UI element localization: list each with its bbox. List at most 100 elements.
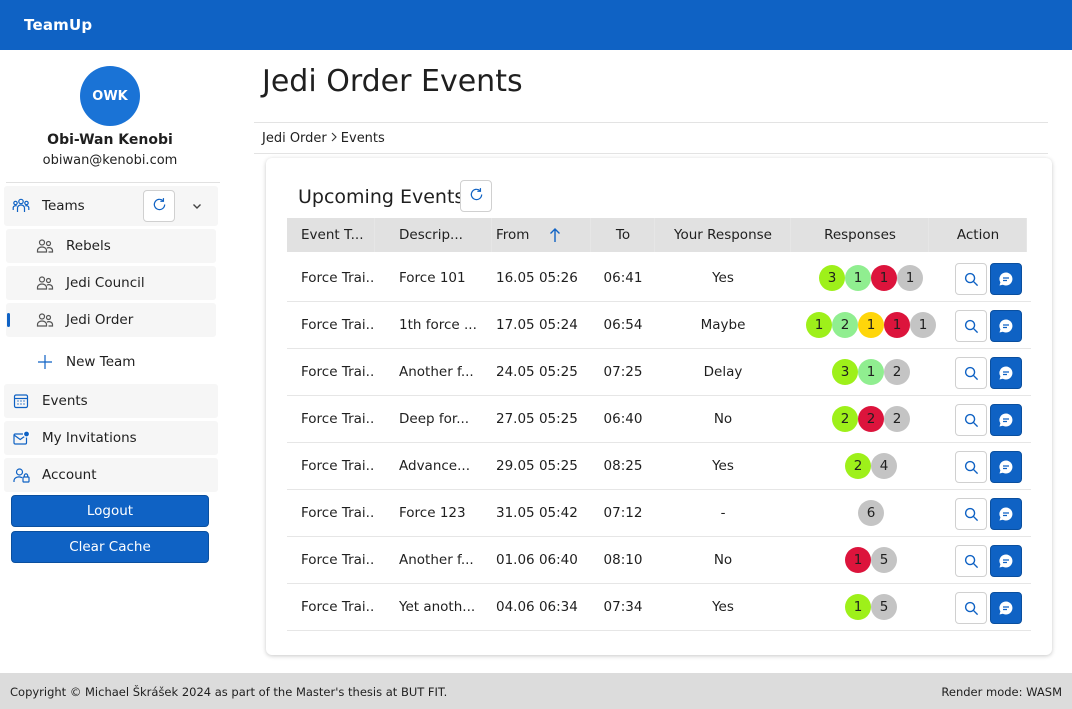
table-row: Force Trai... Advance... 29.05 05:25 08:25 Y… [287,443,1031,490]
column-header-label: Your Response [674,227,772,243]
view-event-button[interactable] [955,357,987,389]
footer: Copyright © Michael Škrášek 2024 as part… [0,673,1072,709]
search-icon [964,460,979,475]
nav-teams-label: Teams [42,198,85,214]
chat-bubble-icon [998,412,1014,428]
cell-to: 08:10 [603,552,643,568]
response-count-yes: 1 [845,594,871,620]
response-counts: 15 [845,547,897,573]
refresh-teams-button[interactable] [143,190,175,222]
cell-your-response: Yes [712,458,734,474]
response-counts: 15 [845,594,897,620]
response-count-none: 2 [884,359,910,385]
cell-event-type: Force Trai... [301,364,375,380]
cell-event-type: Force Trai... [301,270,375,286]
cell-from: 27.05 05:25 [496,411,578,427]
column-header-to[interactable]: To [591,218,655,252]
view-event-button[interactable] [955,545,987,577]
view-event-button[interactable] [955,404,987,436]
top-bar: TeamUp [0,0,1072,50]
respond-event-button[interactable] [990,310,1022,342]
clear-cache-button[interactable]: Clear Cache [11,531,209,563]
sidebar-item-label: Jedi Order [66,312,134,328]
column-header-label: Action [956,227,1000,243]
person-lock-icon [12,466,30,484]
people-icon [36,274,54,292]
respond-event-button[interactable] [990,404,1022,436]
view-event-button[interactable] [955,451,987,483]
cell-event-type: Force Trai... [301,411,375,427]
response-count-none: 1 [897,265,923,291]
chat-bubble-icon [998,365,1014,381]
response-count-maybe: 2 [832,312,858,338]
cell-description: 1th force ... [399,317,477,333]
view-event-button[interactable] [955,310,987,342]
cell-from: 29.05 05:25 [496,458,578,474]
response-count-none: 5 [871,594,897,620]
respond-event-button[interactable] [990,451,1022,483]
column-header-event-type[interactable]: Event T... [287,218,375,252]
nav-events[interactable]: Events [4,384,218,418]
refresh-events-button[interactable] [460,180,492,212]
breadcrumb-item-events: Events [340,131,385,146]
response-count-none: 4 [871,453,897,479]
column-header-label: Descrip... [399,227,463,243]
column-header-description[interactable]: Descrip... [375,218,492,252]
respond-event-button[interactable] [990,357,1022,389]
calendar-icon [12,392,30,410]
people-icon [36,237,54,255]
refresh-icon [152,197,167,216]
cell-from: 17.05 05:24 [496,317,578,333]
nav-events-label: Events [42,393,88,409]
copyright-text: Copyright © Michael Škrášek 2024 as part… [10,685,448,699]
cell-responses: 15 [791,584,951,630]
cell-your-response: Yes [712,599,734,615]
sidebar-item-rebels[interactable]: Rebels [6,229,216,263]
render-mode-text: Render mode: WASM [941,685,1062,699]
response-count-yes: 3 [819,265,845,291]
response-counts: 312 [832,359,910,385]
cell-event-type: Force Trai... [301,505,375,521]
search-icon [964,366,979,381]
response-count-none: 2 [884,406,910,432]
nav-account[interactable]: Account [4,458,218,492]
cell-responses: 312 [791,349,951,395]
column-header-your-response[interactable]: Your Response [655,218,791,252]
column-header-responses[interactable]: Responses [791,218,929,252]
sidebar-item-jedi-council[interactable]: Jedi Council [6,266,216,300]
cell-from: 24.05 05:25 [496,364,578,380]
search-icon [964,319,979,334]
respond-event-button[interactable] [990,592,1022,624]
sidebar-item-new-team[interactable]: New Team [6,345,216,379]
cell-to: 07:12 [603,505,643,521]
teams-expand-button[interactable] [185,194,209,218]
view-event-button[interactable] [955,263,987,295]
divider [254,153,1048,154]
cell-responses: 3111 [791,255,951,301]
breadcrumb-item-team[interactable]: Jedi Order [262,131,327,146]
response-count-yes: 2 [845,453,871,479]
chat-bubble-icon [998,600,1014,616]
respond-event-button[interactable] [990,545,1022,577]
sidebar-item-jedi-order[interactable]: Jedi Order [6,303,216,337]
nav-invitations-label: My Invitations [42,430,137,446]
respond-event-button[interactable] [990,263,1022,295]
cell-event-type: Force Trai... [301,458,375,474]
app-brand[interactable]: TeamUp [24,16,92,34]
search-icon [964,554,979,569]
column-header-from[interactable]: From [492,218,591,252]
cell-from: 04.06 06:34 [496,599,578,615]
cell-description: Yet anoth... [399,599,476,615]
cell-description: Deep for... [399,411,470,427]
search-icon [964,413,979,428]
respond-event-button[interactable] [990,498,1022,530]
logout-button[interactable]: Logout [11,495,209,527]
people-team-icon [12,197,30,215]
response-counts: 222 [832,406,910,432]
column-header-action: Action [929,218,1027,252]
response-counts: 12111 [806,312,936,338]
nav-my-invitations[interactable]: My Invitations [4,421,218,455]
view-event-button[interactable] [955,498,987,530]
view-event-button[interactable] [955,592,987,624]
cell-from: 01.06 06:40 [496,552,578,568]
